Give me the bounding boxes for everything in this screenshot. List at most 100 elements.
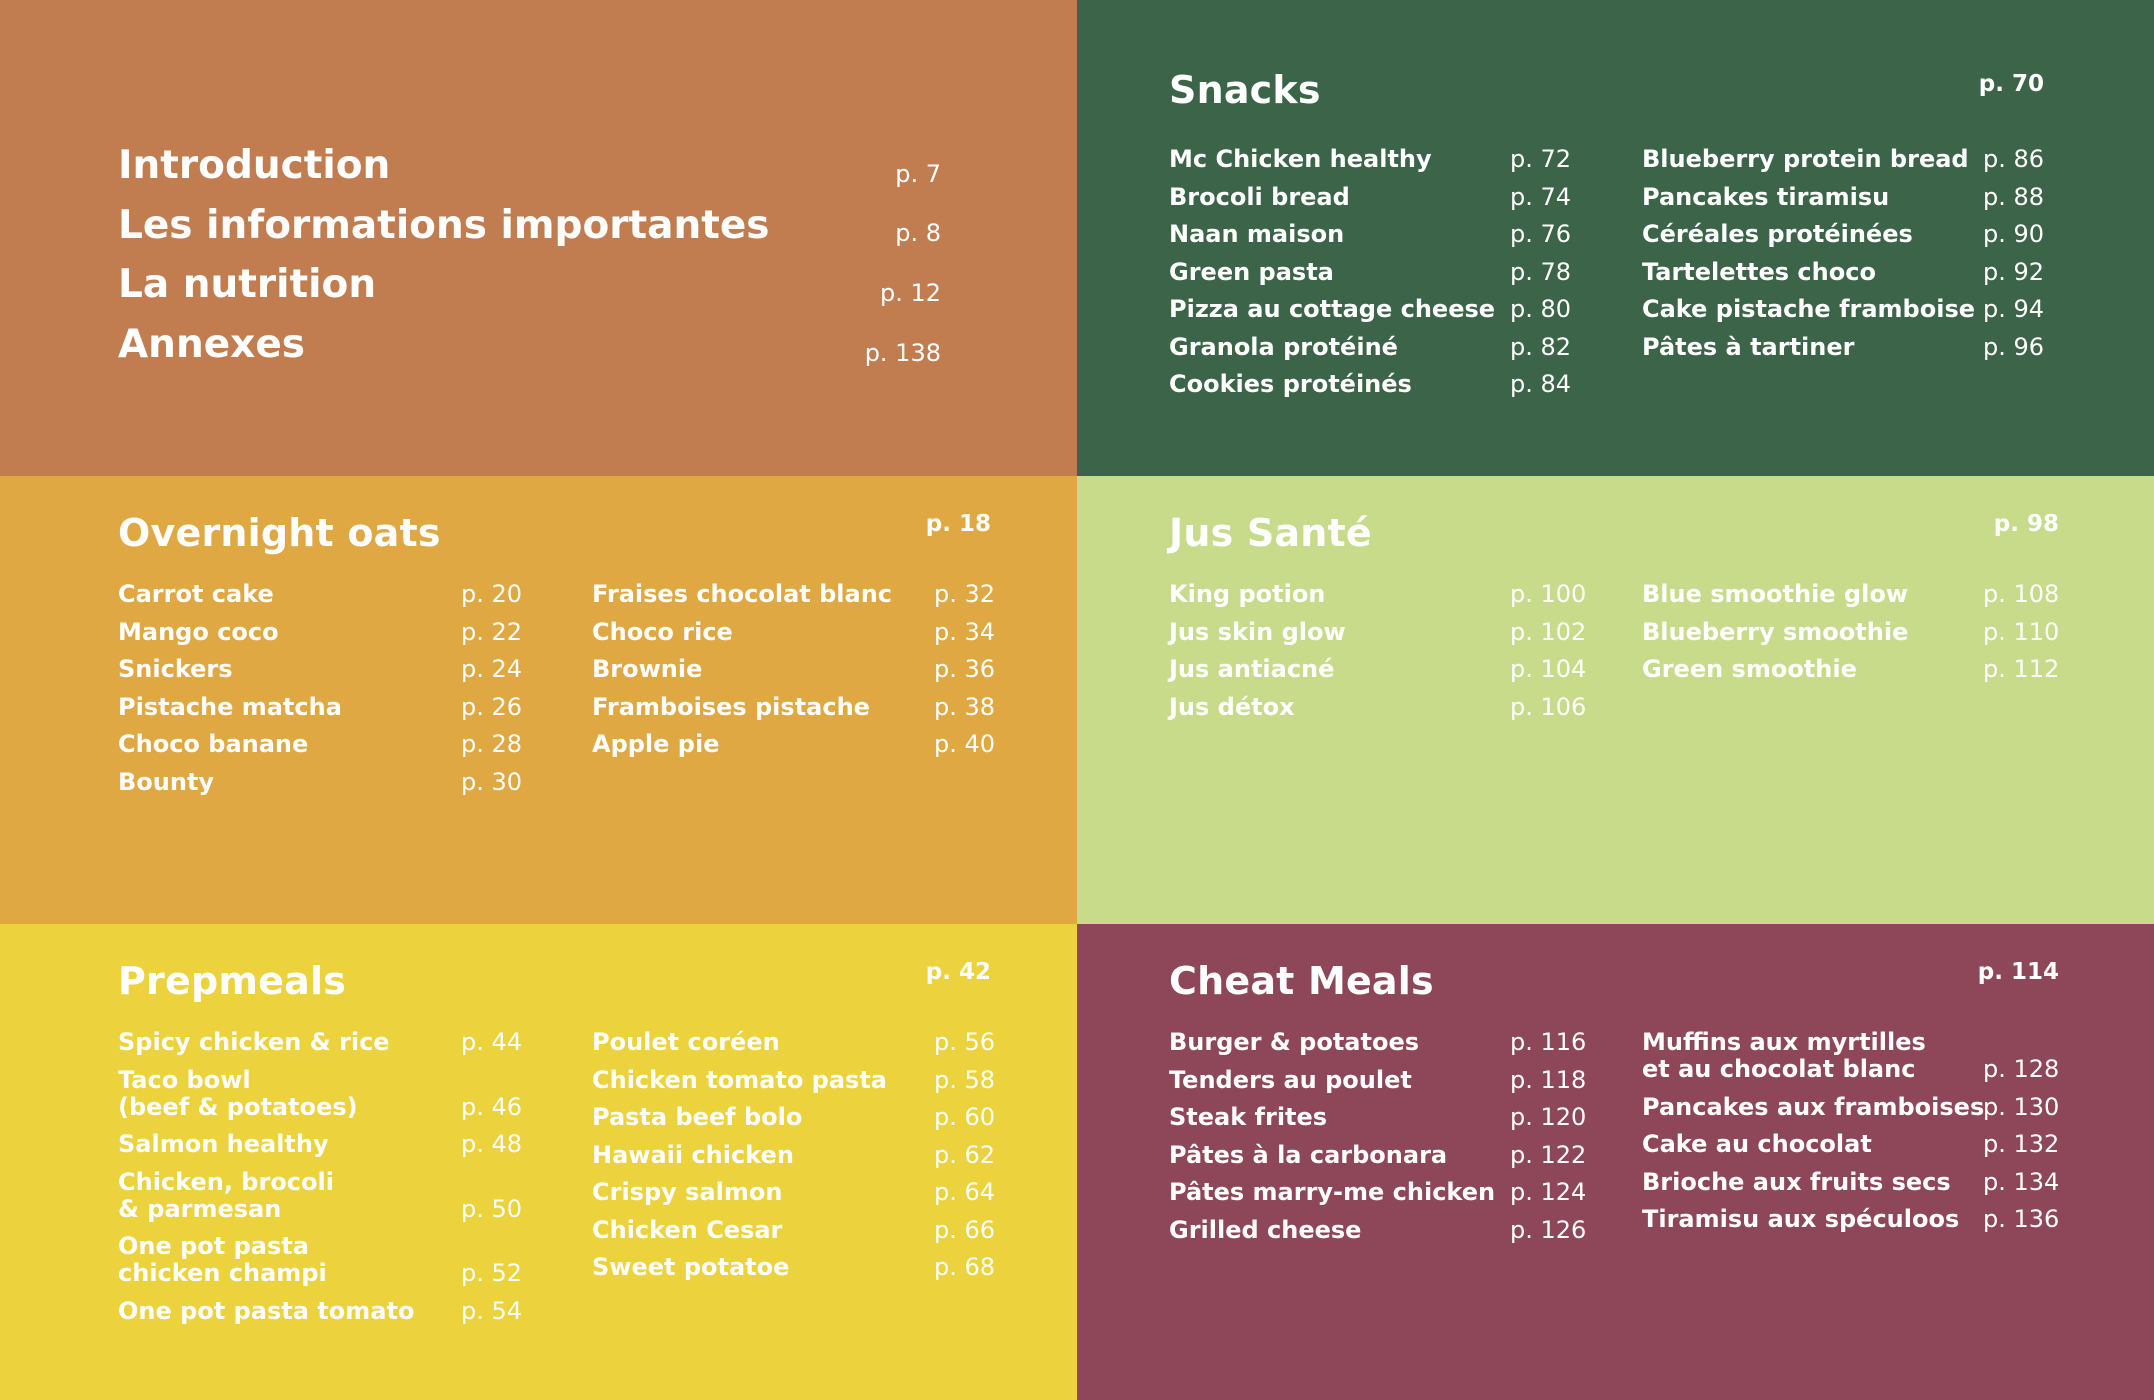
toc-entry-page: p. 104 [1510, 655, 1587, 683]
toc-item-introduction[interactable]: Introduction [118, 143, 390, 188]
section-title: Cheat Meals [1169, 959, 1434, 1003]
section-title: Snacks [1169, 68, 1321, 112]
toc-entry-page: p. 78 [1510, 257, 1572, 286]
toc-entry-label[interactable]: Chicken, brocoli & parmesan [118, 1168, 334, 1223]
toc-entry-label[interactable]: Grilled cheese [1169, 1216, 1361, 1244]
toc-entry-page: p. 116 [1510, 1028, 1587, 1056]
toc-entry-page: p. 64 [934, 1178, 996, 1206]
toc-item-informations[interactable]: Les informations importantes [118, 203, 770, 248]
toc-item-annexes[interactable]: Annexes [118, 322, 305, 367]
toc-entry-label[interactable]: Naan maison [1169, 221, 1344, 248]
toc-entry-label[interactable]: Choco banane [118, 731, 308, 758]
panel-cheat-meals: Cheat Meals p. 114 Burger & potatoes p. 1… [1077, 924, 2154, 1400]
toc-entry-label[interactable]: Céréales protéinées [1642, 221, 1913, 248]
toc-entry-label[interactable]: Sweet potatoe [592, 1254, 789, 1281]
toc-entry-label[interactable]: Burger & potatoes [1169, 1029, 1419, 1056]
toc-entry-page: p. 126 [1510, 1215, 1587, 1244]
toc-entry-label[interactable]: Pâtes à tartiner [1642, 333, 1854, 361]
toc-page-annexes: p. 138 [864, 339, 941, 367]
toc-entry-page: p. 86 [1983, 145, 2045, 173]
toc-entry-label[interactable]: Brioche aux fruits secs [1642, 1168, 1951, 1196]
section-title: Prepmeals [118, 959, 347, 1003]
toc-entry-label[interactable]: Chicken tomato pasta [592, 1066, 887, 1094]
toc-entry-page: p. 136 [1983, 1205, 2060, 1233]
toc-entry-label[interactable]: Snickers [118, 656, 233, 683]
toc-entry-page: p. 108 [1983, 580, 2060, 608]
toc-entry-label[interactable]: Jus détox [1169, 693, 1295, 721]
toc-entry-label[interactable]: Pasta beef bolo [592, 1104, 802, 1131]
toc-entry-page: p. 94 [1983, 295, 2045, 323]
toc-entry-label[interactable]: Pancakes tiramisu [1642, 183, 1889, 211]
section-title: Overnight oats [118, 511, 441, 555]
section-page: p. 18 [925, 511, 991, 537]
toc-entry-label[interactable]: One pot pasta tomato [118, 1297, 414, 1325]
toc-entry-label[interactable]: Pâtes marry-me chicken [1169, 1179, 1495, 1206]
toc-entry-page: p. 80 [1510, 295, 1572, 323]
toc-entry-label[interactable]: Tartelettes choco [1642, 258, 1876, 286]
section-title: Jus Santé [1169, 511, 1372, 555]
toc-entry-label[interactable]: Pancakes aux framboises [1642, 1093, 1984, 1121]
toc-entry-label[interactable]: Carrot cake [118, 581, 274, 608]
toc-entry-label[interactable]: Blueberry smoothie [1642, 618, 1908, 646]
panel-snacks: Snacks p. 70 Mc Chicken healthy p. 72 Broc… [1077, 0, 2154, 476]
toc-entry-label[interactable]: Pâtes à la carbonara [1169, 1141, 1447, 1169]
toc-entry-label[interactable]: Mango coco [118, 618, 279, 646]
toc-entry-page: p. 90 [1983, 220, 2045, 248]
toc-entry-page: p. 44 [461, 1028, 523, 1056]
toc-entry-label[interactable]: Tenders au poulet [1169, 1066, 1412, 1094]
toc-entry-label[interactable]: Chicken Cesar [592, 1216, 782, 1244]
toc-entry-page: p. 102 [1510, 617, 1587, 646]
toc-entry-label[interactable]: Cookies protéinés [1169, 371, 1412, 398]
toc-entry-page: p. 54 [461, 1296, 523, 1325]
toc-entry-label[interactable]: Hawaii chicken [592, 1141, 794, 1169]
panel-prepmeals: Prepmeals p. 42 Spicy chicken & rice p. 4… [0, 924, 1077, 1400]
toc-entry-label[interactable]: Steak frites [1169, 1104, 1327, 1131]
toc-entry-label[interactable]: King potion [1169, 581, 1325, 608]
toc-entry-page: p. 60 [934, 1103, 996, 1131]
toc-entry-page: p. 132 [1983, 1130, 2060, 1158]
toc-entry-label[interactable]: Granola protéiné [1169, 333, 1398, 361]
toc-entry-label[interactable]: Salmon healthy [118, 1131, 329, 1158]
toc-entry-page: p. 88 [1983, 182, 2045, 211]
toc-entry-label[interactable]: Mc Chicken healthy [1169, 146, 1432, 173]
toc-entry-label[interactable]: Spicy chicken & rice [118, 1029, 390, 1056]
toc-entry-label[interactable]: Brocoli bread [1169, 183, 1350, 211]
toc-entry-page: p. 112 [1983, 655, 2060, 683]
toc-item-nutrition[interactable]: La nutrition [118, 262, 376, 307]
toc-entry-label[interactable]: One pot pasta chicken champi [118, 1233, 327, 1287]
toc-entry-label[interactable]: Jus skin glow [1169, 618, 1346, 646]
toc-entry-label[interactable]: Bounty [118, 768, 214, 796]
toc-entry-page: p. 82 [1510, 332, 1572, 361]
toc-page-introduction: p. 7 [895, 160, 941, 188]
toc-entry-label[interactable]: Cake pistache framboise [1642, 296, 1975, 323]
toc-entry-label[interactable]: Choco rice [592, 618, 733, 646]
section-page: p. 42 [925, 959, 991, 985]
toc-entry-page: p. 22 [461, 617, 523, 646]
toc-entry-label[interactable]: Blue smoothie glow [1642, 581, 1908, 608]
toc-entry-label[interactable]: Apple pie [592, 731, 719, 758]
toc-entry-label[interactable]: Blueberry protein bread [1642, 146, 1969, 173]
toc-entry-label[interactable]: Framboises pistache [592, 693, 870, 721]
toc-entry-label[interactable]: Pizza au cottage cheese [1169, 296, 1495, 323]
toc-entry-label[interactable]: Brownie [592, 656, 702, 683]
toc-entry-label[interactable]: Tiramisu aux spéculoos [1642, 1206, 1959, 1233]
toc-entry-label[interactable]: Poulet coréen [592, 1029, 780, 1056]
toc-entry-label[interactable]: Muffins aux myrtilles et au chocolat bla… [1642, 1029, 1926, 1083]
toc-entry-page: p. 40 [934, 730, 996, 758]
toc-page-informations: p. 8 [895, 219, 941, 247]
toc-entry-label[interactable]: Taco bowl (beef & potatoes) [118, 1066, 358, 1121]
toc-entry-label[interactable]: Pistache matcha [118, 693, 342, 721]
toc-entry-label[interactable]: Cake au chocolat [1642, 1131, 1872, 1158]
toc-entry-page: p. 30 [461, 767, 523, 796]
panel-overnight-oats: Overnight oats p. 18 Carrot cake p. 20 Man… [0, 476, 1077, 924]
toc-entry-page: p. 128 [1983, 1055, 2060, 1083]
toc-page-nutrition: p. 12 [879, 279, 941, 307]
toc-entry-label[interactable]: Green pasta [1169, 258, 1334, 286]
toc-entry-label[interactable]: Green smoothie [1642, 656, 1857, 683]
section-page: p. 98 [1993, 511, 2059, 537]
toc-entry-label[interactable]: Crispy salmon [592, 1179, 782, 1206]
toc-entry-page: p. 68 [934, 1253, 996, 1281]
toc-entry-label[interactable]: Fraises chocolat blanc [592, 581, 892, 608]
toc-entry-label[interactable]: Jus antiacné [1169, 656, 1334, 683]
toc-entry-page: p. 134 [1983, 1167, 2060, 1196]
